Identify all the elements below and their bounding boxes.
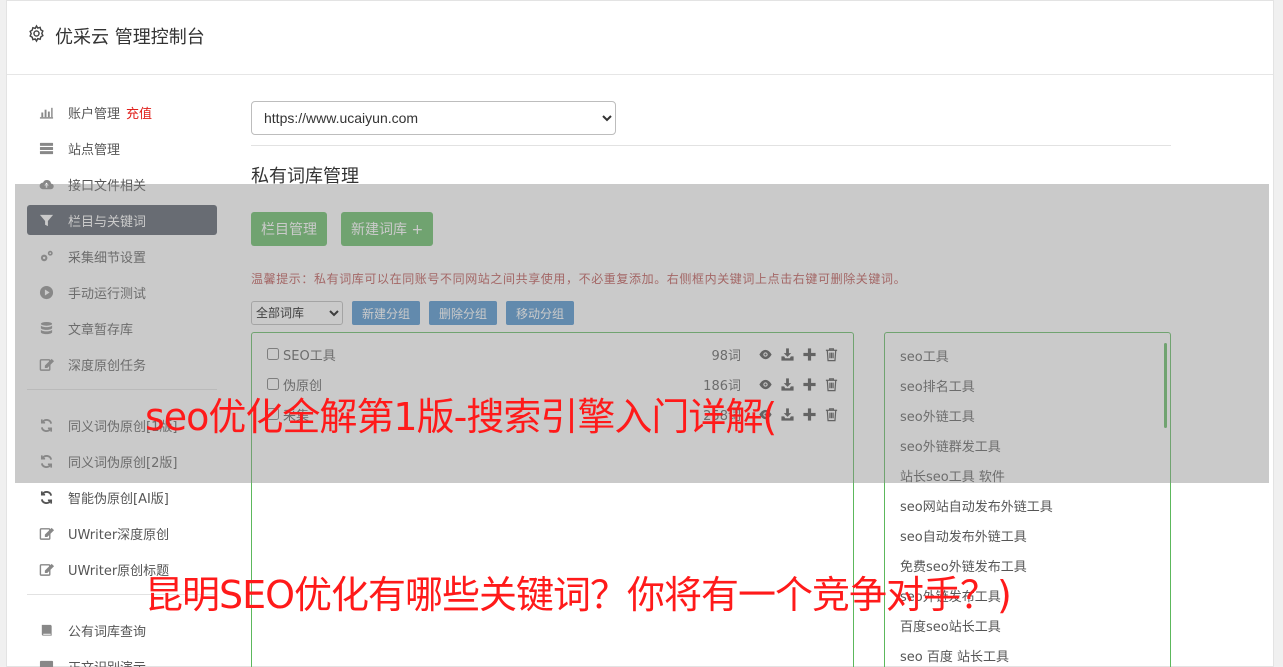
sidebar-item-label: 账户管理 <box>68 106 121 122</box>
brand[interactable]: 优采云 管理控制台 <box>27 23 205 49</box>
keyword-item[interactable]: seo自动发布外链工具 <box>885 523 1170 553</box>
desktop-icon <box>39 659 54 667</box>
refresh-icon <box>39 490 54 505</box>
edit-icon <box>39 526 54 541</box>
sidebar-item-label: 公有词库查询 <box>68 624 147 640</box>
edit-icon <box>39 562 54 577</box>
gear-icon <box>27 24 46 48</box>
server-icon <box>39 141 54 156</box>
sidebar-item-label: 智能伪原创[AI版] <box>68 491 169 507</box>
site-select[interactable]: https://www.ucaiyun.com <box>251 101 616 135</box>
sidebar-item-text-recognition[interactable]: 正文识别演示 <box>27 651 217 667</box>
sidebar-item-label: 站点管理 <box>68 142 121 158</box>
keyword-item[interactable]: seo 百度 站长工具 <box>885 643 1170 667</box>
content-divider <box>251 145 1171 146</box>
sidebar-item-account[interactable]: 账户管理 充值 <box>27 97 217 127</box>
sidebar-item-public-library[interactable]: 公有词库查询 <box>27 615 217 645</box>
bar-chart-icon <box>39 105 54 120</box>
keyword-item[interactable]: seo网站自动发布外链工具 <box>885 493 1170 523</box>
top-bar: 优采云 管理控制台 <box>7 1 1273 75</box>
recharge-link[interactable]: 充值 <box>126 103 152 122</box>
sidebar-item-uwriter-deep[interactable]: UWriter深度原创 <box>27 518 217 548</box>
sidebar-item-label: 正文识别演示 <box>68 657 146 667</box>
sidebar-item-sites[interactable]: 站点管理 <box>27 133 217 163</box>
overlay-headline: seo优化全解第1版-搜索引擎入门详解( <box>145 395 777 439</box>
sidebar-item-ai-rewrite[interactable]: 智能伪原创[AI版] <box>27 482 217 512</box>
overlay-headline: 昆明SEO优化有哪些关键词？你将有一个竞争对手？) <box>145 573 1012 617</box>
sidebar-item-label: UWriter深度原创 <box>68 527 170 543</box>
app-title: 优采云 管理控制台 <box>55 27 205 48</box>
book-icon <box>39 623 54 638</box>
